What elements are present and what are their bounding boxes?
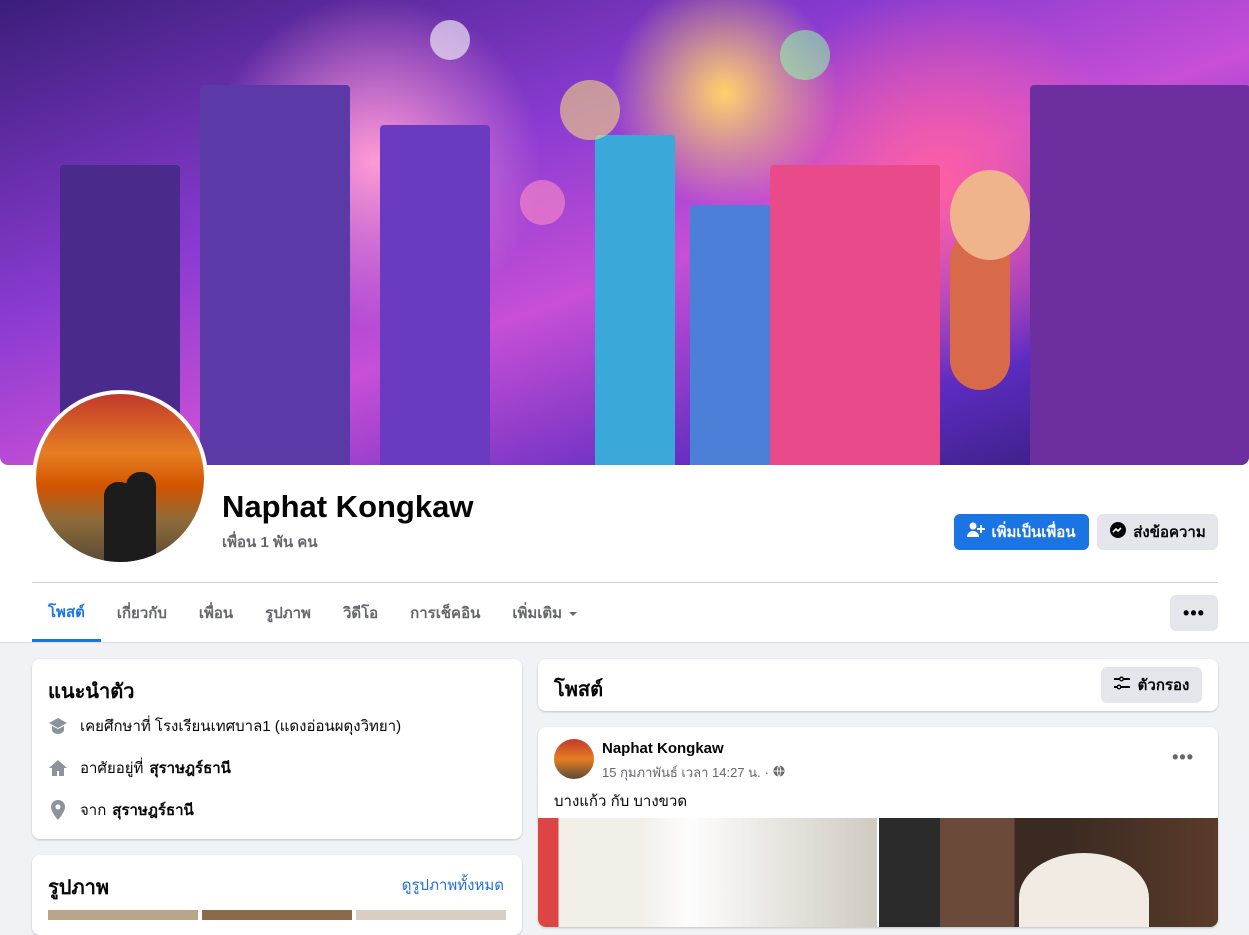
intro-title: แนะนำตัว (48, 681, 135, 703)
see-all-photos-link[interactable]: ดูรูปภาพทั้งหมด (402, 873, 504, 897)
post-card: Naphat Kongkaw 15 กุมภาพันธ์ เวลา 14:27 … (538, 727, 1218, 927)
intro-lives: อาศัยอยู่ที่ สุราษฎร์ธานี (48, 756, 231, 780)
intro-from: จาก สุราษฎร์ธานี (48, 798, 194, 822)
intro-card: แนะนำตัว เคยศึกษาที่ โรงเรียนเทศบาล1 (แด… (32, 659, 522, 839)
posts-header-card: โพสต์ ตัวกรอง (538, 659, 1218, 711)
photo-thumbnail[interactable] (202, 910, 352, 920)
tab-about[interactable]: เกี่ยวกับ (101, 584, 183, 642)
send-message-button[interactable]: ส่งข้อความ (1097, 514, 1218, 550)
photos-card: รูปภาพ ดูรูปภาพทั้งหมด (32, 855, 522, 935)
photo-thumbnail[interactable] (48, 910, 198, 920)
filter-icon (1113, 676, 1130, 694)
tab-photos[interactable]: รูปภาพ (249, 584, 327, 642)
posts-title: โพสต์ (554, 679, 604, 701)
post-options-button[interactable]: ••• (1172, 747, 1194, 768)
photo-thumbnail[interactable] (356, 910, 506, 920)
add-friend-label: เพิ่มเป็นเพื่อน (991, 524, 1076, 541)
post-author-name[interactable]: Naphat Kongkaw (602, 740, 724, 757)
friend-count[interactable]: เพื่อน 1 พัน คน (222, 530, 318, 554)
photos-title: รูปภาพ (48, 877, 110, 899)
profile-tabs: โพสต์ เกี่ยวกับ เพื่อน รูปภาพ วิดีโอ การ… (32, 584, 594, 642)
from-place-link[interactable]: สุราษฎร์ธานี (112, 798, 193, 822)
chevron-down-icon (568, 605, 578, 622)
location-pin-icon (48, 800, 68, 820)
profile-header: Naphat Kongkaw เพื่อน 1 พัน คน เพิ่มเป็น… (0, 0, 1249, 643)
profile-more-button[interactable]: ••• (1170, 595, 1218, 631)
intro-education: เคยศึกษาที่ โรงเรียนเทศบาล1 (แดงอ่อนผดุง… (48, 714, 401, 738)
profile-picture[interactable] (32, 390, 208, 566)
messenger-icon (1109, 521, 1127, 543)
post-photo[interactable] (538, 818, 877, 927)
send-message-label: ส่งข้อความ (1133, 524, 1206, 541)
post-timestamp[interactable]: 15 กุมภาพันธ์ เวลา 14:27 น. (602, 762, 761, 783)
tab-posts[interactable]: โพสต์ (32, 584, 101, 642)
tab-videos[interactable]: วิดีโอ (327, 584, 394, 642)
tab-checkins[interactable]: การเช็คอิน (394, 584, 496, 642)
cover-photo[interactable] (0, 0, 1249, 465)
post-text: บางแก้ว กับ บางขวด (554, 793, 688, 810)
tab-friends[interactable]: เพื่อน (183, 584, 249, 642)
globe-icon[interactable] (773, 765, 785, 780)
post-meta: 15 กุมภาพันธ์ เวลา 14:27 น. · (602, 762, 785, 783)
lives-place-link[interactable]: สุราษฎร์ธานี (149, 756, 230, 780)
graduation-cap-icon (48, 716, 68, 736)
photo-grid (48, 910, 506, 920)
profile-name: Naphat Kongkaw (222, 489, 474, 524)
add-friend-button[interactable]: เพิ่มเป็นเพื่อน (954, 514, 1089, 550)
filter-button[interactable]: ตัวกรอง (1101, 667, 1202, 703)
post-photo[interactable] (879, 818, 1218, 927)
header-divider (32, 582, 1218, 583)
post-author-avatar[interactable] (554, 739, 594, 779)
tab-more[interactable]: เพิ่มเติม (496, 584, 594, 642)
home-icon (48, 758, 68, 778)
add-friend-icon (967, 522, 986, 542)
